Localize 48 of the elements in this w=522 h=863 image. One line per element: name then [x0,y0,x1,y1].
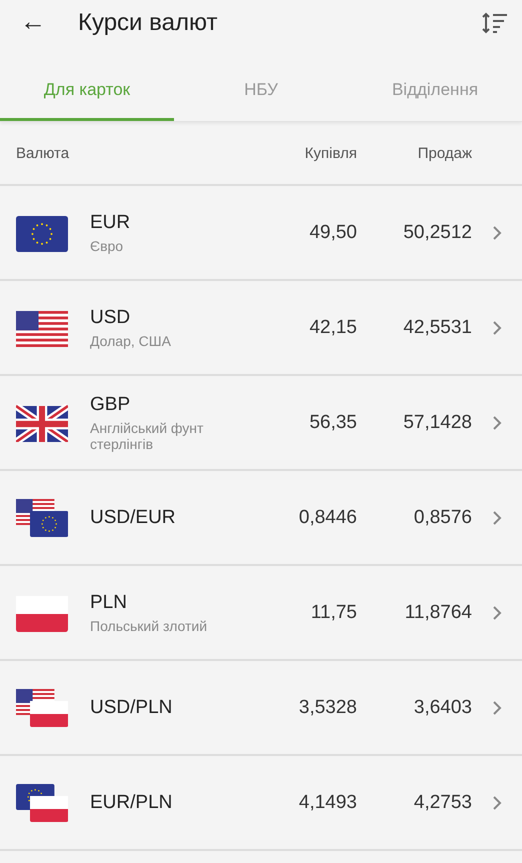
buy-rate: 4,1493 [298,792,357,814]
flag-icon [16,308,68,346]
tab[interactable]: Відділення [348,62,522,121]
flag-icon [16,214,68,252]
currency-code: EUR/PLN [90,792,174,814]
column-header: Продаж [416,144,472,162]
flag-pair-icon [16,688,68,726]
buy-rate: 49,50 [308,222,357,244]
currency-name: Англійський фунт стерлінгів [90,420,204,452]
sell-rate: 4,2753 [412,792,472,814]
currency-code: USD [90,306,132,328]
sell-rate: 50,2512 [402,222,472,244]
sell-rate: 3,6403 [412,696,472,718]
buy-rate: 42,15 [308,316,357,338]
buy-rate: 0,8446 [298,506,357,528]
sell-rate: 42,5531 [402,316,472,338]
tab[interactable]: Для карток [0,62,174,121]
currency-name: Євро [90,238,124,254]
buy-rate: 3,5328 [298,696,357,718]
currency-code: USD/EUR [90,506,177,528]
flag-pair-icon [16,498,68,536]
buy-rate: 11,75 [310,602,357,624]
currency-code: PLN [90,592,128,614]
sell-rate: 0,8576 [412,506,472,528]
currency-code: USD/PLN [90,696,174,718]
flag-icon [16,594,68,632]
chevron-right-icon[interactable] [492,320,502,336]
chevron-right-icon[interactable] [492,604,502,620]
chevron-right-icon[interactable] [492,700,502,716]
flag-pair-icon [16,784,68,822]
back-button[interactable]: ← [20,8,78,34]
currency-name: Польський злотий [90,618,208,634]
flag-icon [16,404,68,442]
sell-rate: 57,1428 [402,412,472,434]
chevron-right-icon[interactable] [492,224,502,240]
column-header: Купівля [304,144,357,162]
currency-code: GBP [90,394,132,416]
currency-code: EUR [90,212,132,234]
tab[interactable]: НБУ [174,62,348,121]
column-header: Валюта [16,144,70,162]
sell-rate: 11,8764 [404,602,472,624]
chevron-right-icon[interactable] [492,794,502,810]
screen-title: Курси валют [78,9,218,37]
currency-name: Долар, США [90,332,172,348]
chevron-right-icon[interactable] [492,414,502,430]
chevron-right-icon[interactable] [492,510,502,526]
sort-icon[interactable] [482,12,508,34]
buy-rate: 56,35 [308,412,357,434]
